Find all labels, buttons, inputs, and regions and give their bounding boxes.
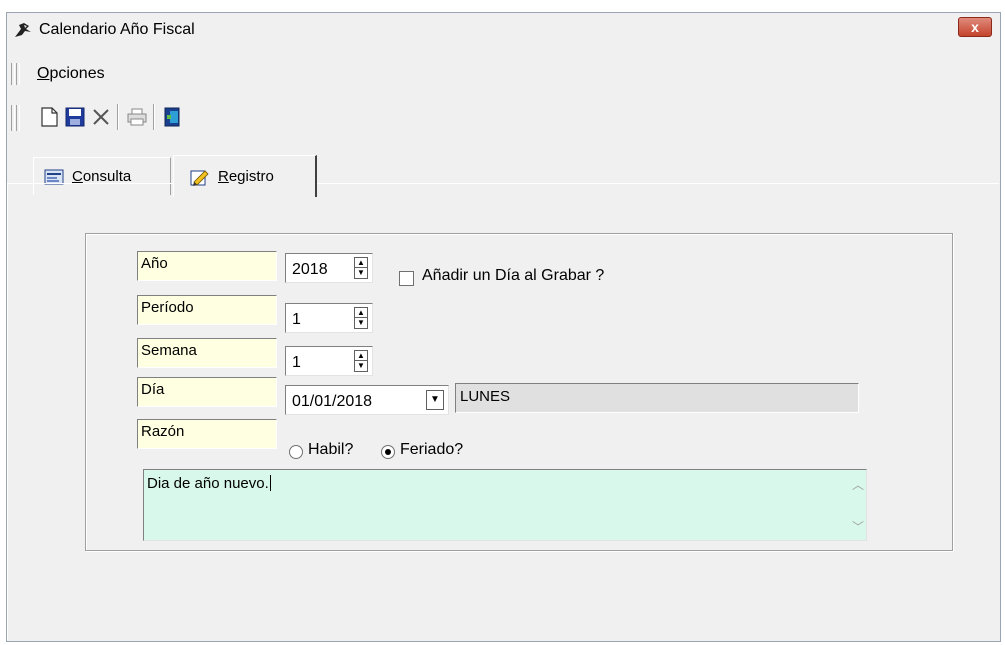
spin-down-icon[interactable]: ▼ [357,319,365,327]
spin-up-icon[interactable]: ▲ [357,352,365,360]
close-icon: x [971,19,979,35]
app-icon [15,23,31,37]
dia-date-picker[interactable]: 01/01/2018 ▼ [285,385,449,415]
semana-label: Semana [137,338,277,368]
scroll-up-icon[interactable]: ︿ [852,476,864,493]
anio-label: Año [137,251,277,281]
semana-value: 1 [292,354,301,371]
anio-spin-arrows[interactable]: ▲ ▼ [354,257,368,279]
registro-icon [190,169,209,186]
title-bar: Calendario Año Fiscal x [7,13,1000,47]
app-window: Calendario Año Fiscal x Opciones Consult… [6,12,1001,642]
toolbar-separator [117,104,119,130]
save-icon[interactable] [63,105,87,129]
spin-up-icon[interactable]: ▲ [357,309,365,317]
periodo-label: Período [137,295,277,325]
print-icon[interactable] [125,105,149,129]
habil-radio[interactable] [289,445,303,459]
spin-down-icon[interactable]: ▼ [357,269,365,277]
new-document-icon[interactable] [37,105,61,129]
anio-value: 2018 [292,261,328,278]
notes-value: Dia de año nuevo. [147,475,269,492]
notes-textarea[interactable]: Dia de año nuevo. ︿ ﹀ [143,469,867,541]
delete-icon[interactable] [89,105,113,129]
dropdown-arrow-icon[interactable]: ▼ [426,390,444,410]
habil-label: Habil? [308,441,354,458]
radio-selected-dot [385,449,391,455]
menu-opciones-label: pciones [49,65,105,82]
semana-spin-arrows[interactable]: ▲ ▼ [354,350,368,372]
menu-opciones-accel: O [37,65,50,82]
add-day-checkbox[interactable] [399,271,414,286]
periodo-spin-arrows[interactable]: ▲ ▼ [354,307,368,329]
dia-label: Día [137,377,277,407]
close-button[interactable]: x [958,17,992,37]
exit-icon[interactable] [161,105,185,129]
scroll-down-icon[interactable]: ﹀ [852,518,864,535]
feriado-radio[interactable] [381,445,395,459]
feriado-label: Feriado? [400,441,464,458]
semana-spinner[interactable]: 1 ▲ ▼ [285,346,373,376]
day-name-field: LUNES [455,383,859,413]
periodo-spinner[interactable]: 1 ▲ ▼ [285,303,373,333]
text-caret [269,475,271,491]
tab-registro[interactable]: Registro [173,155,317,197]
notes-text: Dia de año nuevo. [147,475,271,492]
razon-label: Razón [137,419,277,449]
dia-value: 01/01/2018 [292,393,373,410]
toolbar [7,99,1000,135]
anio-spinner[interactable]: 2018 ▲ ▼ [285,253,373,283]
notes-scrollbar[interactable]: ︿ ﹀ [848,470,866,540]
toolbar-separator [153,104,155,130]
periodo-value: 1 [292,311,301,328]
spin-up-icon[interactable]: ▲ [357,259,365,267]
window-title: Calendario Año Fiscal [39,21,195,38]
menu-opciones[interactable]: Opciones [37,65,105,83]
menu-bar: Opciones [7,59,1000,87]
add-day-label: Añadir un Día al Grabar ? [422,267,605,284]
tab-registro-accel: R [218,168,229,185]
tab-registro-label: Registro [218,168,274,185]
spin-down-icon[interactable]: ▼ [357,362,365,370]
tab-registro-text: egistro [228,168,274,185]
